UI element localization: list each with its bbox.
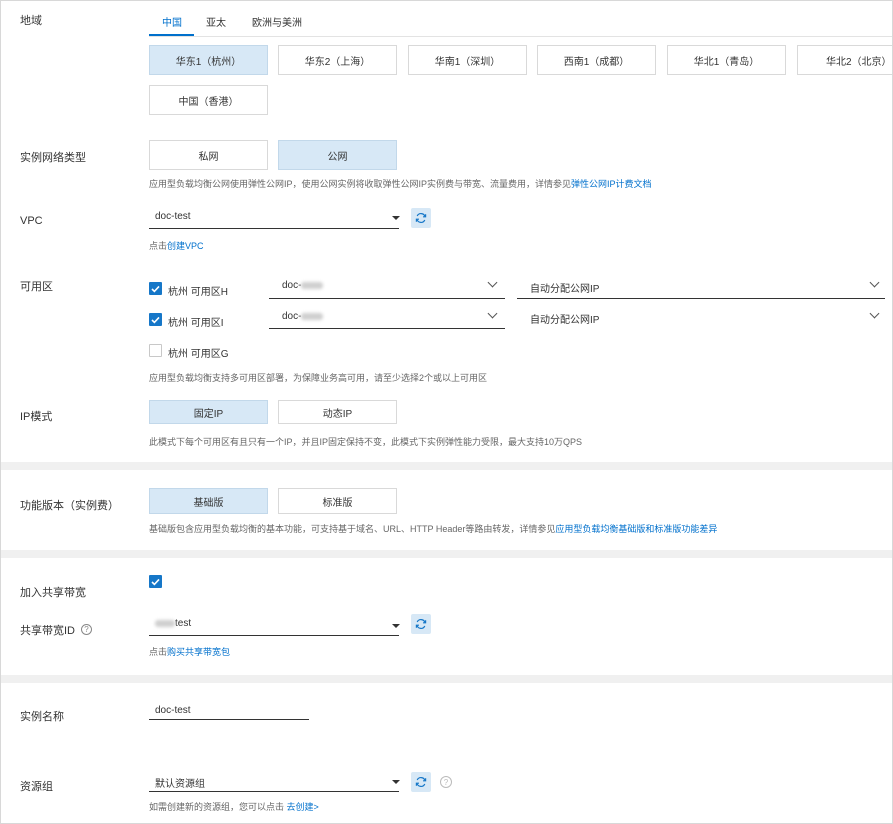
edition-hint: 基础版包含应用型负载均衡的基本功能，可支持基于域名、URL、HTTP Heade… (149, 524, 718, 534)
zone-h-checkbox[interactable] (149, 282, 162, 295)
resource-group-hint: 如需创建新的资源组，您可以点击 去创建> (149, 802, 319, 812)
zone-i-label[interactable]: 杭州 可用区I (168, 314, 224, 329)
zone-i-checkbox[interactable] (149, 313, 162, 326)
shared-bandwidth-checkbox[interactable] (149, 575, 162, 588)
tab-china[interactable]: 中国 (162, 14, 182, 29)
redacted-text (301, 281, 324, 289)
ip-mode-fixed-button[interactable]: 固定IP (149, 400, 268, 424)
ip-mode-dynamic-button[interactable]: 动态IP (278, 400, 397, 424)
zone-i-vswitch-underline (269, 328, 505, 329)
zones-hint: 应用型负载均衡支持多可用区部署，为保障业务高可用，请至少选择2个或以上可用区 (149, 373, 488, 383)
region-shenzhen[interactable]: 华南1（深圳） (408, 45, 527, 75)
ip-mode-hint: 此模式下每个可用区有且只有一个IP，并且IP固定保持不变，此模式下实例弹性能力受… (149, 437, 583, 447)
vpc-select-underline (149, 228, 399, 229)
resource-group-caret-icon[interactable] (392, 780, 400, 784)
region-hangzhou[interactable]: 华东1（杭州） (149, 45, 268, 75)
network-type-label: 实例网络类型 (20, 152, 86, 164)
create-vpc-link[interactable]: 创建VPC (167, 241, 204, 251)
chevron-down-icon[interactable] (487, 277, 498, 288)
vpc-label: VPC (20, 215, 43, 227)
zone-i-ip-select[interactable]: 自动分配公网IP (530, 311, 599, 326)
network-private-button[interactable]: 私网 (149, 140, 268, 170)
vpc-hint: 点击创建VPC (149, 241, 204, 251)
shared-bandwidth-id-select[interactable]: test (155, 618, 191, 629)
buy-shared-bandwidth-link[interactable]: 购买共享带宽包 (167, 647, 230, 657)
zone-h-vswitch-underline (269, 298, 505, 299)
zone-h-ip-select[interactable]: 自动分配公网IP (530, 280, 599, 295)
ip-mode-label: IP模式 (20, 411, 53, 423)
region-chengdu[interactable]: 西南1（成都） (537, 45, 656, 75)
region-qingdao[interactable]: 华北1（青岛） (667, 45, 786, 75)
eip-billing-doc-link[interactable]: 弹性公网IP计费文档 (571, 179, 652, 189)
chevron-down-icon[interactable] (487, 308, 498, 319)
shared-bandwidth-refresh-icon[interactable] (411, 614, 431, 634)
help-icon[interactable]: ? (81, 624, 92, 635)
section-divider (1, 675, 892, 683)
resource-group-underline (149, 791, 399, 792)
tab-europe-americas[interactable]: 欧洲与美洲 (252, 14, 302, 29)
zone-g-label[interactable]: 杭州 可用区G (168, 345, 229, 360)
shared-bandwidth-label: 加入共享带宽 (20, 587, 86, 599)
zone-h-vswitch-select[interactable]: doc- (282, 280, 324, 291)
network-type-hint: 应用型负载均衡公网使用弹性公网IP，使用公网实例将收取弹性公网IP实例费与带宽、… (149, 179, 652, 189)
shared-bandwidth-id-underline (149, 635, 399, 636)
chevron-down-icon[interactable] (869, 308, 880, 319)
alb-create-form: 地域 中国 亚太 欧洲与美洲 华东1（杭州） 华东2（上海） 华南1（深圳） 西… (0, 0, 893, 824)
zone-g-checkbox[interactable] (149, 344, 162, 357)
network-public-button[interactable]: 公网 (278, 140, 397, 170)
tabs-divider (149, 36, 892, 37)
region-hongkong[interactable]: 中国（香港） (149, 85, 268, 115)
region-label: 地域 (20, 15, 42, 27)
help-icon[interactable]: ? (440, 776, 452, 788)
redacted-text (155, 619, 175, 627)
vpc-caret-icon[interactable] (392, 216, 400, 220)
shared-bandwidth-caret-icon[interactable] (392, 624, 400, 628)
resource-group-label: 资源组 (20, 781, 53, 793)
resource-group-refresh-icon[interactable] (411, 772, 431, 792)
vpc-refresh-icon[interactable] (411, 208, 431, 228)
edition-label: 功能版本（实例费） (20, 500, 119, 512)
instance-name-input[interactable]: doc-test (155, 705, 191, 716)
shared-bandwidth-id-label: 共享带宽ID (20, 625, 75, 637)
chevron-down-icon[interactable] (869, 277, 880, 288)
edition-diff-doc-link[interactable]: 应用型负载均衡基础版和标准版功能差异 (555, 524, 717, 534)
resource-group-select[interactable]: 默认资源组 (155, 775, 205, 790)
redacted-text (301, 312, 324, 320)
zones-label: 可用区 (20, 281, 53, 293)
region-beijing[interactable]: 华北2（北京） (797, 45, 892, 75)
zone-h-ip-underline (517, 298, 885, 299)
instance-name-underline (149, 719, 309, 720)
create-resource-group-link[interactable]: 去创建> (287, 802, 319, 812)
active-tab-indicator (149, 34, 194, 36)
edition-standard-button[interactable]: 标准版 (278, 488, 397, 514)
instance-name-label: 实例名称 (20, 711, 64, 723)
zone-h-label[interactable]: 杭州 可用区H (168, 283, 228, 298)
section-divider (1, 550, 892, 558)
vpc-select-value[interactable]: doc-test (155, 211, 191, 222)
region-shanghai[interactable]: 华东2（上海） (278, 45, 397, 75)
zone-i-vswitch-select[interactable]: doc- (282, 311, 324, 322)
section-divider (1, 462, 892, 470)
shared-bandwidth-hint: 点击购买共享带宽包 (149, 647, 231, 657)
edition-basic-button[interactable]: 基础版 (149, 488, 268, 514)
tab-asia-pacific[interactable]: 亚太 (206, 14, 226, 29)
